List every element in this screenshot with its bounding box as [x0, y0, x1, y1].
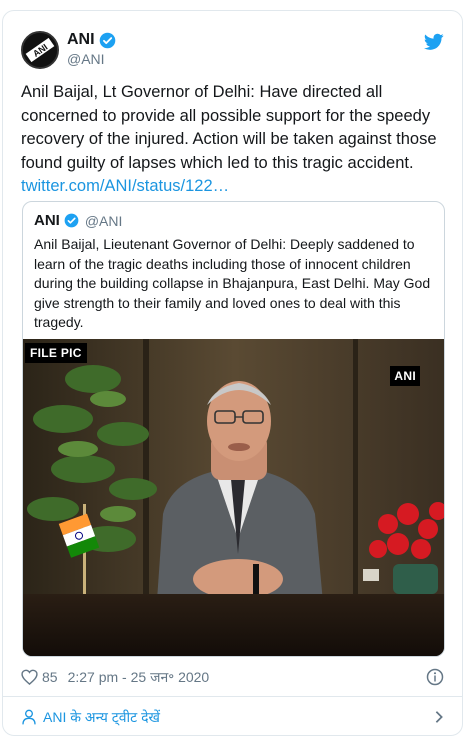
quoted-author-name: ANI — [34, 212, 60, 229]
chevron-right-icon[interactable] — [434, 710, 444, 724]
author-name-row[interactable]: ANI — [67, 31, 116, 49]
ani-watermark-badge: ANI — [390, 366, 420, 386]
author-handle[interactable]: @ANI — [67, 51, 105, 67]
quoted-tweet-header: ANI @ANI — [34, 212, 122, 229]
quoted-tweet[interactable]: ANI @ANI Anil Baijal, Lieutenant Governo… — [22, 201, 445, 657]
tweet-timestamp[interactable]: 2:27 pm - 25 जन॰ 2020 — [68, 668, 210, 687]
tweet-body: Anil Baijal, Lt Governor of Delhi: Have … — [21, 83, 437, 172]
file-pic-badge: FILE PIC — [25, 343, 87, 363]
quoted-tweet-text: Anil Baijal, Lieutenant Governor of Delh… — [34, 236, 431, 330]
heart-icon[interactable] — [21, 669, 38, 685]
tweet-header: ANI ANI @ANI — [21, 31, 444, 75]
more-tweets-link[interactable]: ANI के अन्य ट्वीट देखें — [21, 705, 444, 729]
twitter-bird-icon[interactable] — [424, 33, 444, 51]
tweet-embed-card: ANI ANI @ANI Anil Baijal, Lt Governor of… — [2, 10, 463, 736]
info-icon[interactable] — [426, 668, 444, 686]
tweet-status-link[interactable]: twitter.com/ANI/status/122… — [21, 175, 446, 199]
tweet-text: Anil Baijal, Lt Governor of Delhi: Have … — [21, 81, 446, 199]
avatar[interactable]: ANI — [21, 31, 59, 69]
more-tweets-label[interactable]: ANI के अन्य ट्वीट देखें — [43, 708, 160, 727]
footer-divider — [3, 696, 462, 697]
like-count[interactable]: 85 — [42, 669, 58, 685]
file-photo-illustration — [23, 339, 444, 656]
tweet-footer: 85 2:27 pm - 25 जन॰ 2020 — [21, 667, 444, 687]
verified-badge-icon — [64, 213, 79, 228]
author-name[interactable]: ANI — [67, 31, 95, 49]
person-icon — [22, 709, 36, 725]
verified-badge-icon — [99, 32, 115, 48]
quoted-author-handle: @ANI — [84, 212, 123, 229]
quoted-tweet-image[interactable]: FILE PIC ANI — [23, 339, 444, 656]
